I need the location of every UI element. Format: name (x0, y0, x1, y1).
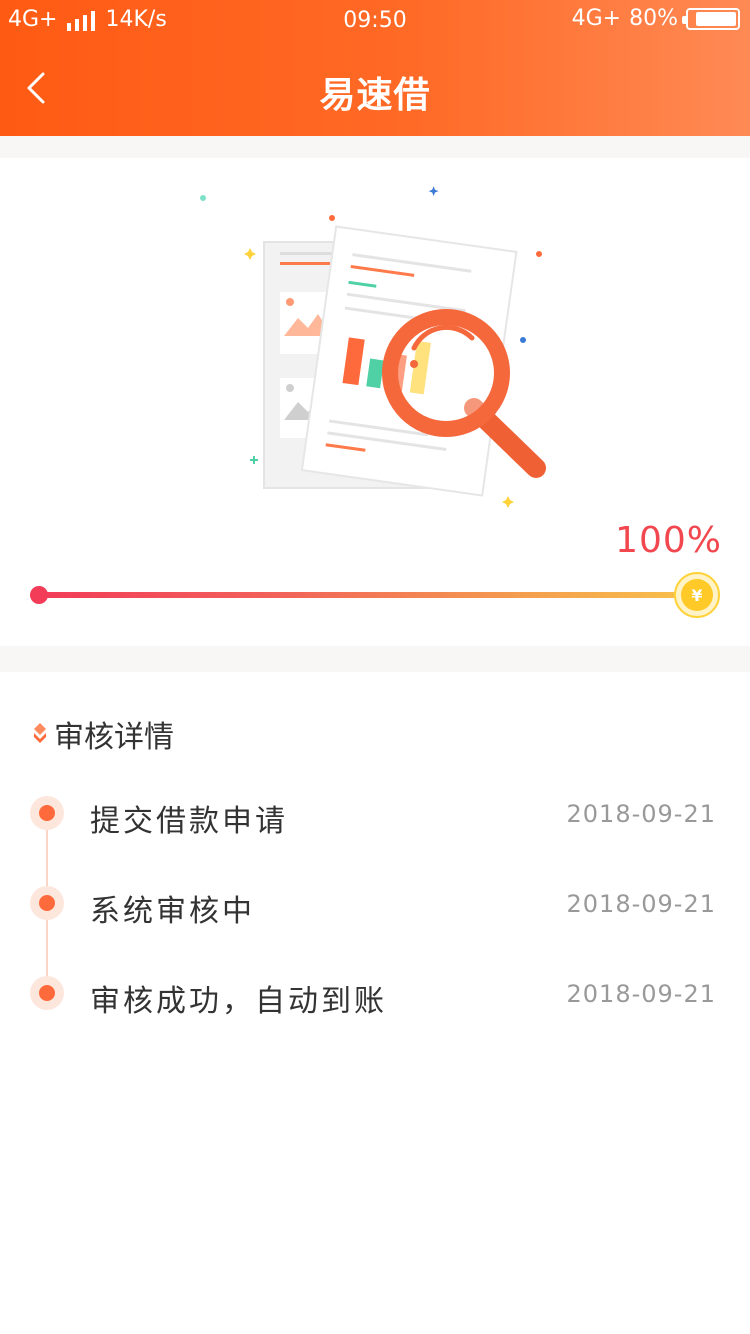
status-bar: 4G+ 14K/s 09:50 4G+ 80% (0, 0, 750, 40)
step-dot (30, 976, 64, 1010)
page-title: 易速借 (319, 75, 431, 116)
progress-start-dot (30, 586, 48, 604)
step-label: 系统审核中 (90, 894, 255, 929)
network-type-right: 4G+ (571, 6, 622, 31)
step-dot (30, 886, 64, 920)
section-heading: 审核详情 (32, 712, 174, 756)
layers-icon (34, 723, 46, 743)
section-title: 审核详情 (54, 720, 174, 755)
step-label: 审核成功，自动到账 (90, 984, 387, 1019)
timeline-step: 提交借款申请 2018-09-21 (0, 784, 750, 844)
step-label: 提交借款申请 (90, 804, 288, 839)
app-header: 4G+ 14K/s 09:50 4G+ 80% 易速借 (0, 0, 750, 136)
nav-bar: 易速借 (0, 40, 750, 136)
step-date: 2018-09-21 (566, 800, 716, 828)
progress-percent: 100% (615, 520, 722, 561)
step-dot (30, 796, 64, 830)
progress-bar (38, 592, 700, 598)
timeline-step: 系统审核中 2018-09-21 (0, 874, 750, 934)
review-detail-section: 审核详情 提交借款申请 2018-09-21 系统审核中 2018-09-21 … (0, 672, 750, 1334)
step-date: 2018-09-21 (566, 890, 716, 918)
coin-symbol: ¥ (681, 579, 713, 611)
timeline-step: 审核成功，自动到账 2018-09-21 (0, 964, 750, 1024)
step-date: 2018-09-21 (566, 980, 716, 1008)
battery-percent: 80% (629, 6, 678, 31)
battery-icon (682, 7, 740, 30)
status-right: 4G+ 80% (572, 6, 740, 31)
section-divider (0, 646, 750, 672)
review-document-illustration (200, 186, 546, 508)
progress-section: 100% ¥ (0, 158, 750, 648)
yuan-coin-icon: ¥ (674, 572, 720, 618)
section-divider (0, 136, 750, 158)
